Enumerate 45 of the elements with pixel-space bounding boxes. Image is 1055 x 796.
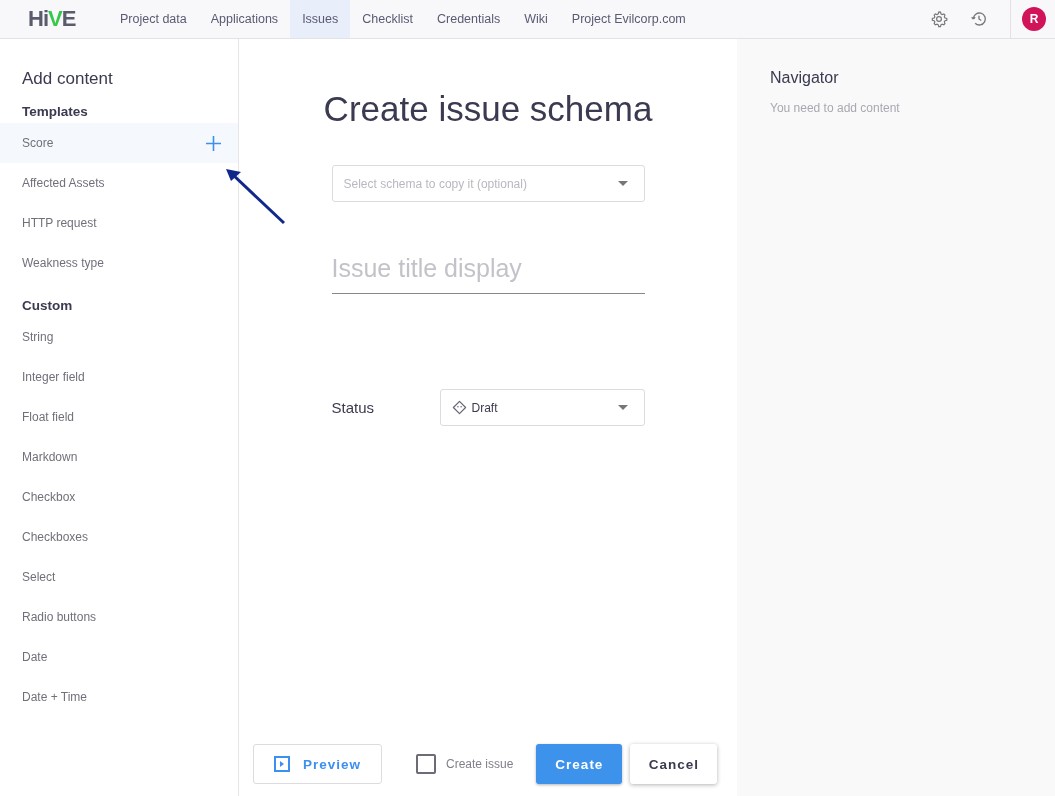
empty-message: You need to add content [770,101,901,115]
sidebar-item[interactable]: Select [0,557,238,597]
sidebar-item[interactable]: Checkbox [0,477,238,517]
annotation-arrow [225,168,287,226]
section-heading: Custom [22,297,74,315]
logo: HiVE [28,6,77,32]
sidebar-item[interactable]: Date [0,637,238,677]
sidebar-item[interactable]: Float field [0,397,238,437]
caret-icon [617,181,628,186]
section-heading: Templates [22,103,89,121]
sidebar-item[interactable]: Radio buttons [0,597,238,637]
nav-tab[interactable]: Issues [290,0,351,38]
draft-status-icon [451,400,467,415]
preview-button[interactable]: Preview [253,744,382,784]
settings-icon[interactable] [930,10,948,28]
nav-tab[interactable]: Project data [108,0,199,38]
nav-tab[interactable]: Project Evilcorp.com [559,0,698,38]
issue-title-field[interactable]: Issue title display [331,254,645,294]
page-title: Create issue schema [323,88,653,130]
status-label: Status [331,399,376,416]
user-avatar[interactable]: R [1022,7,1046,31]
nav-tab[interactable]: Checklist [350,0,425,38]
status-select[interactable]: Draft [439,389,645,426]
play-icon [273,756,290,772]
sidebar-item[interactable]: HTTP request [0,203,238,243]
nav-tab[interactable]: Applications [198,0,291,38]
nav-tab[interactable]: Credentials [425,0,513,38]
caret-icon [617,405,628,410]
sidebar-item[interactable]: Score [0,123,238,163]
sidebar-item[interactable]: Checkboxes [0,517,238,557]
sidebar-title: Add content [22,69,114,90]
sidebar-item[interactable]: Affected Assets [0,163,238,203]
navigator-title: Navigator [770,69,840,88]
sidebar-item[interactable]: Date + Time [0,677,238,717]
history-icon[interactable] [970,10,988,28]
create-issue-label: Create issue [446,757,514,771]
sidebar-item[interactable]: Weakness type [0,243,238,283]
sidebar-item[interactable]: Markdown [0,437,238,477]
nav-tab[interactable]: Wiki [512,0,560,38]
add-icon[interactable] [206,135,221,151]
cancel-button[interactable]: Cancel [630,744,718,784]
sidebar-item[interactable]: String [0,317,238,357]
create-issue-checkbox[interactable] [416,754,436,774]
create-button[interactable]: Create [536,744,623,784]
sidebar-item[interactable]: Integer field [0,357,238,397]
